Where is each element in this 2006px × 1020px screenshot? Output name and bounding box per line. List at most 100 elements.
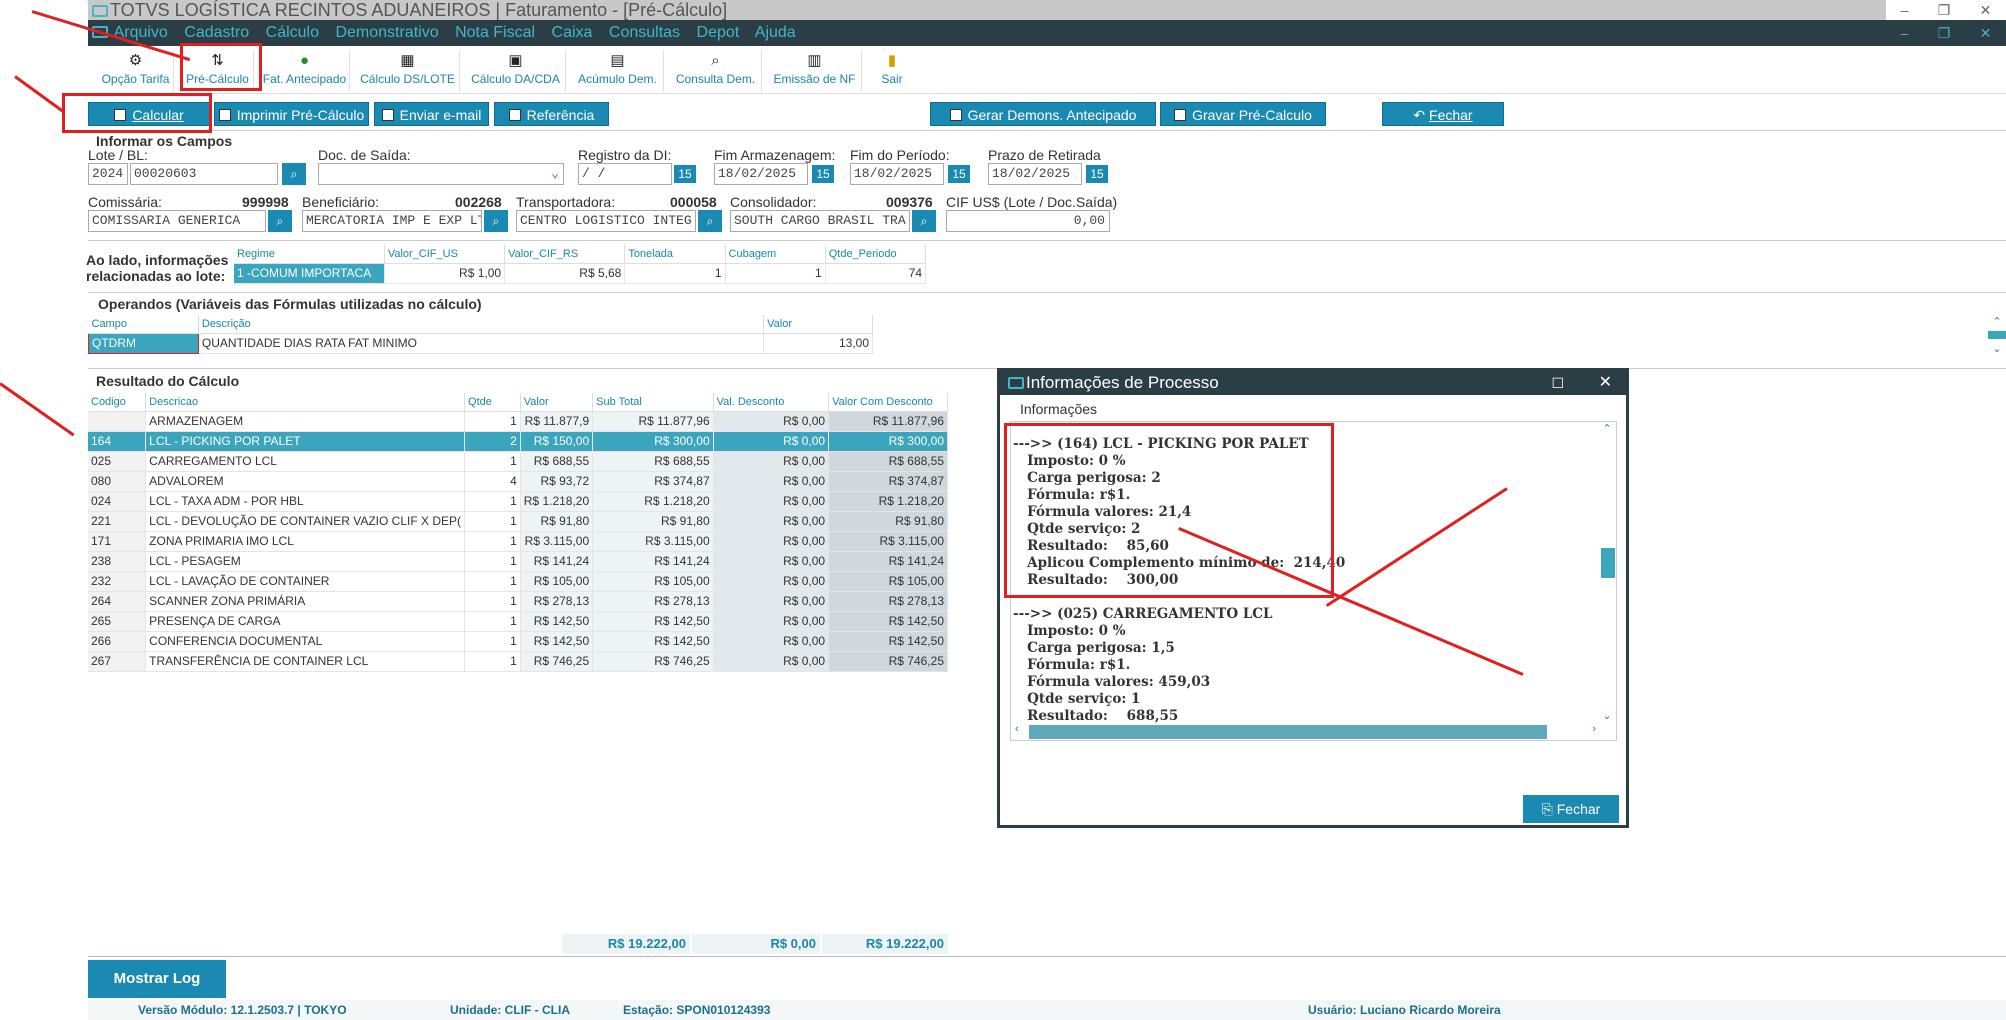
enviar-email-button[interactable]: Enviar e-mail <box>374 102 489 126</box>
table-row[interactable]: 267 TRANSFERÊNCIA DE CONTAINER LCL 1 R$ 746… <box>88 651 948 672</box>
table-row[interactable]: 164 LCL - PICKING POR PALET 2 R$ 150,00 R$ 3… <box>88 431 948 452</box>
toolbar-acumulo-dem[interactable]: ▤ Acúmulo Dem. <box>572 50 664 92</box>
cell: R$ 746,25 <box>520 651 594 672</box>
calendar-icon[interactable]: 15 <box>948 165 970 183</box>
lote-search-icon[interactable]: ⌕ <box>282 163 306 185</box>
calendar-icon[interactable]: 15 <box>812 165 834 183</box>
table-row[interactable]: 266 CONFERENCIA DOCUMENTAL 1 R$ 142,50 R$ 14… <box>88 631 948 652</box>
toolbar-calculo-ds-lote[interactable]: ▦ Cálculo DS/LOTE <box>356 50 460 92</box>
consolidador-input[interactable]: SOUTH CARGO BRASIL TRA <box>730 210 910 232</box>
table-row[interactable]: 238 LCL - PESAGEM 1 R$ 141,24 R$ 141,24 R$ 0,… <box>88 551 948 572</box>
toolbar-emissao-nf[interactable]: ▥ Emissão de NF <box>768 50 862 92</box>
registro-di-input[interactable]: / / <box>578 163 672 185</box>
lote-number-input[interactable]: 00020603 <box>130 163 278 185</box>
lote-year-input[interactable]: 2024 <box>88 163 128 185</box>
status-estacao: Estação: SPON010124393 <box>623 1003 771 1017</box>
scroll-right-icon[interactable]: › <box>1592 723 1596 735</box>
horizontal-scrollbar[interactable]: ‹ › <box>1011 722 1600 740</box>
status-usuario: Usuário: Luciano Ricardo Moreira <box>1308 1003 1501 1017</box>
scroll-thumb[interactable] <box>1601 548 1615 578</box>
gerar-demons-antecipado-button[interactable]: Gerar Demons. Antecipado <box>930 102 1156 126</box>
toolbar-consulta-dem[interactable]: ⌕ Consulta Dem. <box>670 50 762 92</box>
table-row[interactable]: 171 ZONA PRIMARIA IMO LCL 1 R$ 3.115,00 R$ 3… <box>88 531 948 552</box>
cell: R$ 0,00 <box>713 471 830 492</box>
menu-consultas[interactable]: Consultas <box>609 24 680 41</box>
close-icon[interactable]: ✕ <box>1599 371 1612 395</box>
beneficiario-input[interactable]: MERCATORIA IMP E EXP LT <box>302 210 482 232</box>
cell: R$ 1.218,20 <box>520 491 594 512</box>
table-row[interactable]: 232 LCL - LAVAÇÃO DE CONTAINER 1 R$ 105,00 R… <box>88 571 948 592</box>
referencia-button[interactable]: Referência <box>494 102 609 126</box>
cell: R$ 91,80 <box>592 511 714 532</box>
scroll-thumb[interactable] <box>1988 331 2006 339</box>
calendar-icon[interactable]: 15 <box>1086 165 1108 183</box>
dialog-fechar-button[interactable]: ⎘ Fechar <box>1523 795 1619 823</box>
toolbar-calculo-da-cda[interactable]: ▣ Cálculo DA/CDA <box>466 50 566 92</box>
vertical-scrollbar[interactable]: ⌃ ⌄ <box>1598 422 1616 722</box>
table-row[interactable]: ARMAZENAGEM 1 R$ 11.877,9 R$ 11.877,96 R$ 0,… <box>88 411 948 432</box>
prazo-retirada-input[interactable]: 18/02/2025 <box>988 163 1082 185</box>
doc-saida-select[interactable]: ⌄ <box>318 163 564 185</box>
gravar-pre-calculo-button[interactable]: Gravar Pré-Calculo <box>1160 102 1326 126</box>
close-icon[interactable]: ✕ <box>1980 0 1992 20</box>
scroll-up-icon[interactable]: ⌃ <box>1598 422 1616 436</box>
cif-input[interactable]: 0,00 <box>946 210 1110 232</box>
maximize-icon[interactable]: ☐ <box>1551 371 1564 395</box>
h-scroll-thumb[interactable] <box>1029 725 1547 739</box>
mdi-controls: – ❐ ✕ <box>1886 20 2006 46</box>
imprimir-pre-calculo-button[interactable]: Imprimir Pré-Cálculo <box>214 102 369 126</box>
restore-icon[interactable]: ❐ <box>1938 0 1951 20</box>
table-row[interactable]: 024 LCL - TAXA ADM - POR HBL 1 R$ 1.218,20 R… <box>88 491 948 512</box>
menu-calculo[interactable]: Cálculo <box>266 24 319 41</box>
calendar-icon[interactable]: 15 <box>674 165 696 183</box>
toolbar-sair[interactable]: ▮ Sair <box>868 50 916 92</box>
cell: LCL - PICKING POR PALET <box>145 431 466 452</box>
cell: ADVALOREM <box>145 471 466 492</box>
divider <box>88 240 2006 241</box>
menu-ajuda[interactable]: Ajuda <box>755 24 796 41</box>
operandos-scrollbar[interactable]: ⌃ ⌄ <box>1988 315 2006 365</box>
transportadora-input[interactable]: CENTRO LOGISTICO INTEG <box>516 210 696 232</box>
menu-cadastro[interactable]: Cadastro <box>184 24 249 41</box>
cell: 1 <box>464 551 521 572</box>
scroll-left-icon[interactable]: ‹ <box>1015 723 1019 735</box>
menu-nota-fiscal[interactable]: Nota Fiscal <box>455 24 535 41</box>
menu-depot[interactable]: Depot <box>697 24 740 41</box>
table-row[interactable]: 221 LCL - DEVOLUÇÃO DE CONTAINER VAZIO CL… <box>88 511 948 532</box>
operandos-row[interactable]: QTDRM QUANTIDADE DIAS RATA FAT MINIMO 13… <box>88 332 873 354</box>
toolbar-opcao-tarifa[interactable]: ⚙ Opção Tarifa <box>98 50 174 92</box>
cell: 2 <box>464 431 521 452</box>
calculator-icon: ▦ <box>400 52 415 69</box>
consolidador-search-icon[interactable]: ⌕ <box>912 210 936 232</box>
table-row[interactable]: 025 CARREGAMENTO LCL 1 R$ 688,55 R$ 688,55 R$… <box>88 451 948 472</box>
transportadora-search-icon[interactable]: ⌕ <box>698 210 722 232</box>
menu-demonstrativo[interactable]: Demonstrativo <box>335 24 438 41</box>
minimize-icon[interactable]: – <box>1901 0 1909 20</box>
fim-periodo-input[interactable]: 18/02/2025 <box>850 163 944 185</box>
cell: 171 <box>88 531 147 552</box>
comissaria-input[interactable]: COMISSARIA GENERICA <box>88 210 266 232</box>
mdi-minimize-icon[interactable]: – <box>1901 20 1909 46</box>
mostrar-log-button[interactable]: Mostrar Log <box>88 960 226 998</box>
cell: 1 <box>464 411 521 432</box>
fim-armazenagem-input[interactable]: 18/02/2025 <box>714 163 808 185</box>
lote-info-row[interactable]: 1 -COMUM IMPORTACA R$ 1,00 R$ 5,68 1 1 7… <box>234 263 927 284</box>
cell: 232 <box>88 571 147 592</box>
mdi-restore-icon[interactable]: ❐ <box>1938 20 1951 46</box>
scroll-down-icon[interactable]: ⌄ <box>1598 709 1616 722</box>
status-unidade: Unidade: CLIF - CLIA <box>450 1003 570 1017</box>
fechar-button[interactable]: ↶ Fechar <box>1382 102 1504 126</box>
table-row[interactable]: 264 SCANNER ZONA PRIMÁRIA 1 R$ 278,13 R$ 278… <box>88 591 948 612</box>
dialog-subtitle: Informações <box>1020 401 1098 417</box>
table-row[interactable]: 265 PRESENÇA DE CARGA 1 R$ 142,50 R$ 142,50 R… <box>88 611 948 632</box>
toolbar-fat-antecipado[interactable]: ● Fat. Antecipado <box>260 50 350 92</box>
cell: R$ 0,00 <box>713 551 830 572</box>
transportadora-code: 000058 <box>670 194 717 210</box>
mdi-close-icon[interactable]: ✕ <box>1980 20 1992 46</box>
menu-caixa[interactable]: Caixa <box>552 24 593 41</box>
table-row[interactable]: 080 ADVALOREM 4 R$ 93,72 R$ 374,87 R$ 0,00 R$ … <box>88 471 948 492</box>
comissaria-search-icon[interactable]: ⌕ <box>268 210 292 232</box>
section-resultado: Resultado do Cálculo <box>96 373 240 389</box>
cell: 238 <box>88 551 147 572</box>
beneficiario-search-icon[interactable]: ⌕ <box>484 210 508 232</box>
